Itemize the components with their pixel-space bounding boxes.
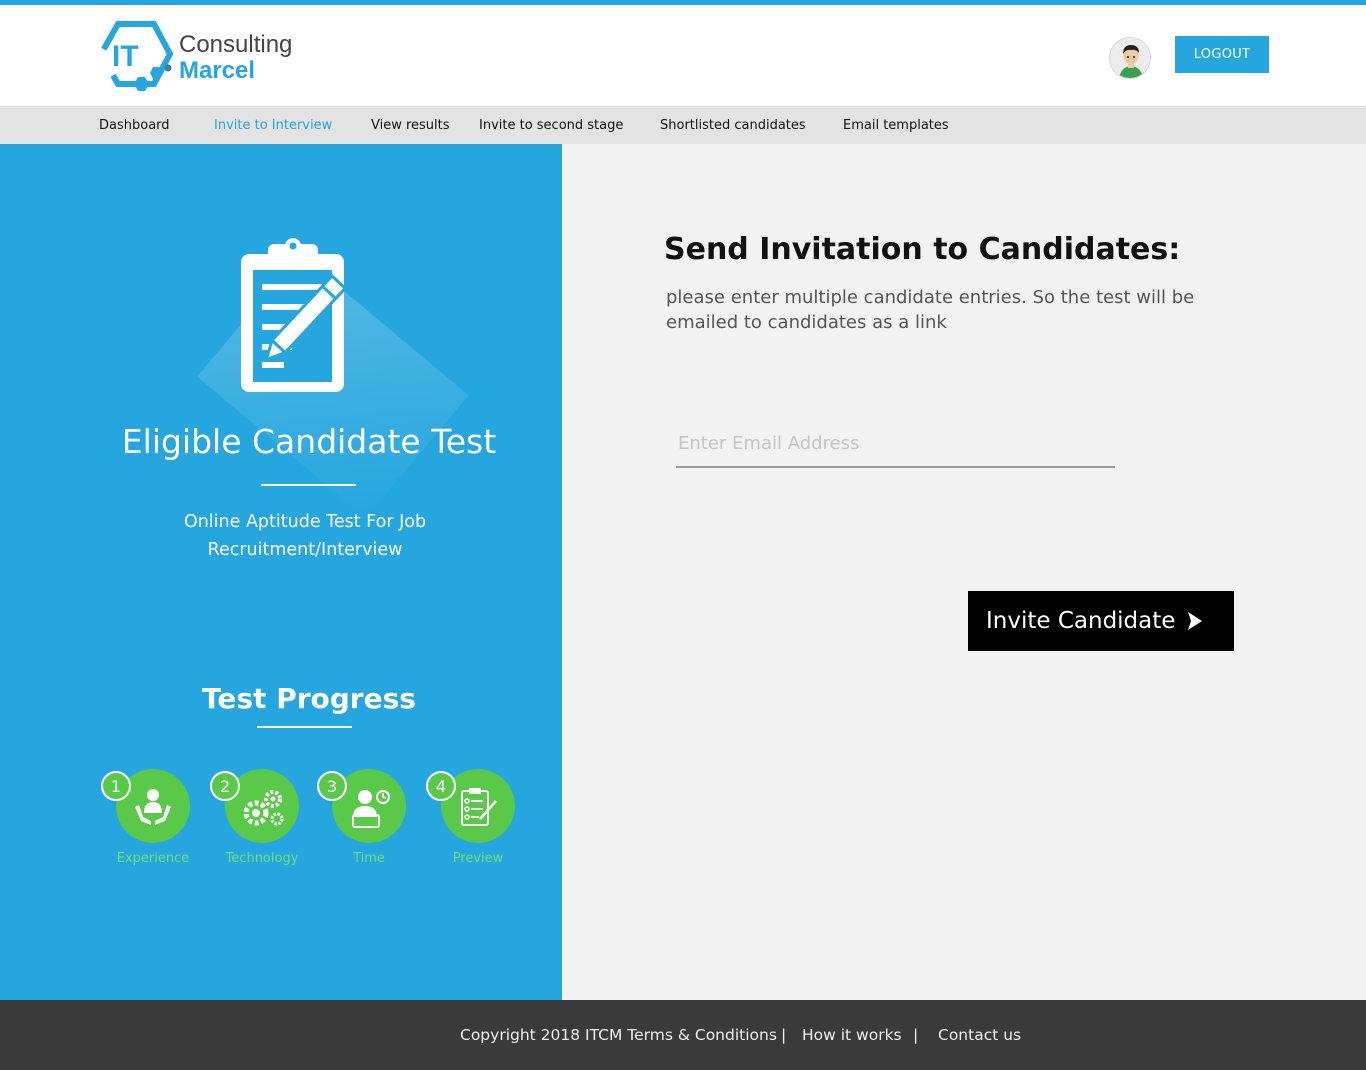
test-title: Eligible Candidate Test: [121, 422, 497, 461]
progress-step-technology[interactable]: 2 Technology: [198, 769, 308, 879]
clipboard-pencil-icon: [241, 238, 348, 392]
test-info-panel: Eligible Candidate Test Online Aptitude …: [0, 144, 562, 1000]
user-avatar-icon: [1110, 38, 1150, 78]
play-arrow-icon: [1188, 612, 1203, 630]
footer-separator: |: [913, 1026, 919, 1044]
brand-line1: Consulting: [179, 31, 293, 58]
step-number-badge: 1: [101, 771, 131, 801]
logout-button[interactable]: LOGOUT: [1175, 36, 1269, 73]
hands-person-icon: [135, 789, 171, 825]
progress-step-preview[interactable]: 4 Preview: [414, 769, 524, 879]
step-number-badge: 2: [210, 771, 240, 801]
checklist-icon: [461, 788, 497, 826]
footer: Copyright 2018 ITCM Terms & Conditions |…: [0, 1000, 1366, 1070]
nav-item-invite-to-interview[interactable]: Invite to Interview: [214, 118, 332, 133]
user-avatar[interactable]: [1109, 37, 1151, 79]
title-divider: [261, 484, 356, 486]
footer-how-it-works-link[interactable]: How it works: [802, 1026, 902, 1044]
step-number-badge: 4: [426, 771, 456, 801]
progress-title: Test Progress: [202, 682, 416, 715]
invitation-title: Send Invitation to Candidates:: [664, 232, 1181, 267]
nav-item-email-templates[interactable]: Email templates: [843, 118, 949, 133]
invitation-panel: Send Invitation to Candidates: please en…: [562, 144, 1366, 1000]
footer-contact-link[interactable]: Contact us: [938, 1026, 1021, 1044]
brand-logo[interactable]: IT Consulting Marcel: [98, 21, 308, 93]
progress-divider: [257, 726, 352, 728]
nav-item-invite-second-stage[interactable]: Invite to second stage: [479, 118, 623, 133]
brand-line2: Marcel: [179, 57, 256, 84]
test-subtitle: Online Aptitude Test For Job Recruitment…: [183, 512, 427, 560]
nav-item-view-results[interactable]: View results: [371, 118, 450, 133]
step-number-badge: 3: [317, 771, 347, 801]
nav-item-dashboard[interactable]: Dashboard: [99, 118, 170, 133]
invitation-description: please enter multiple candidate entries.…: [666, 287, 1195, 333]
it-hexagon-logo-icon: IT: [98, 21, 174, 91]
footer-copyright-terms-link[interactable]: Copyright 2018 ITCM Terms & Conditions: [460, 1026, 777, 1044]
progress-step-experience[interactable]: 1 Experience: [89, 769, 199, 879]
progress-step-time[interactable]: 3 Time: [305, 769, 415, 879]
main-nav: Dashboard Invite to Interview View resul…: [0, 106, 1366, 144]
footer-separator: |: [781, 1026, 787, 1044]
email-input[interactable]: [676, 421, 1115, 468]
invite-candidate-button[interactable]: Invite Candidate: [968, 591, 1234, 651]
gears-icon: [243, 790, 284, 826]
step-label: Preview: [452, 851, 504, 866]
invite-button-label: Invite Candidate: [986, 608, 1176, 634]
person-clock-icon: [352, 790, 390, 828]
svg-text:IT: IT: [112, 40, 139, 73]
header: IT Consulting Marcel LOGOUT: [0, 5, 1366, 106]
nav-item-shortlisted-candidates[interactable]: Shortlisted candidates: [660, 118, 806, 133]
